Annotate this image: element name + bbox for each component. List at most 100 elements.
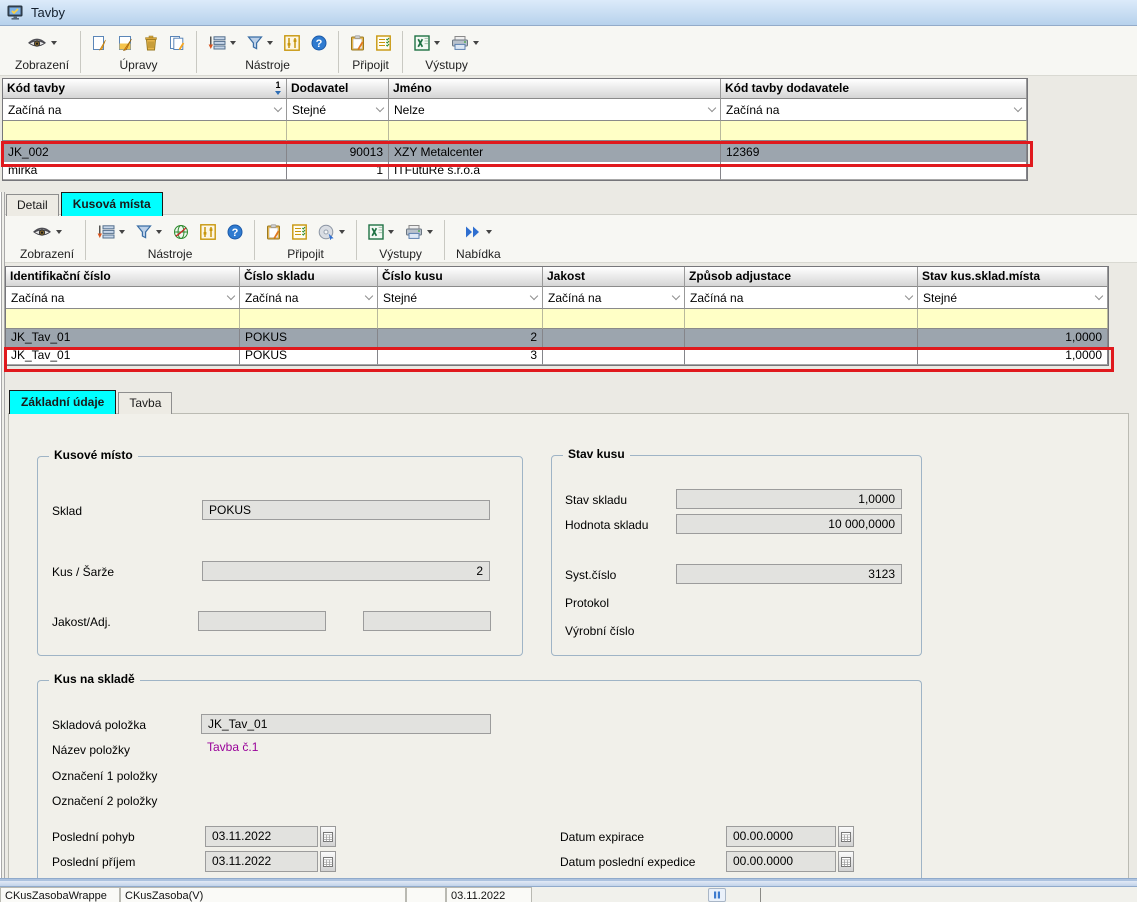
column-header-cislo-skladu[interactable]: Číslo skladu [240,267,378,287]
filter-value-input[interactable] [685,309,918,329]
toolbar-group-label: Připojit [352,55,389,72]
menu-button[interactable] [464,225,492,239]
chevron-down-icon [376,104,384,112]
filter-value-input[interactable] [3,121,287,141]
chevron-down-icon [1095,292,1103,300]
field-label: Kus / Šarže [52,565,114,579]
print-button[interactable] [405,224,433,240]
new-record-button[interactable] [92,35,107,51]
excel-export-button[interactable] [368,224,394,240]
status-cell: CKusZasobaWrappe [0,887,120,902]
attach-note-button[interactable] [266,224,281,240]
horizontal-splitter[interactable] [0,878,1137,887]
filter-operator-dropdown[interactable]: Začíná na [3,99,287,121]
column-header-zpusob-adjustace[interactable]: Způsob adjustace [685,267,918,287]
print-button[interactable] [451,35,479,51]
tab-detail[interactable]: Detail [6,194,59,216]
delete-record-button[interactable] [144,35,158,51]
table-row[interactable]: mirka 1 ITFutuRe s.r.o.a [3,162,1027,180]
filter-operator-dropdown[interactable]: Začíná na [721,99,1027,121]
column-header-kod-tavby-dodavatele[interactable]: Kód tavby dodavatele [721,79,1027,99]
calendar-icon [841,857,851,867]
calendar-button[interactable] [838,851,854,872]
filter-operator-dropdown[interactable]: Začíná na [6,287,240,309]
filter-value-input[interactable] [721,121,1027,141]
toolbar-separator [196,31,197,73]
printer-icon [451,35,469,51]
clipboard-pencil-icon [350,35,365,51]
arrange-columns-button[interactable] [97,224,125,240]
toolbar-separator [80,31,81,73]
copy-record-button[interactable] [169,35,185,51]
arrange-columns-button[interactable] [208,35,236,51]
copy-record-icon [169,35,185,51]
filter-value-input[interactable] [287,121,389,141]
column-header-dodavatel[interactable]: Dodavatel [287,79,389,99]
filter-operator-dropdown[interactable]: Začíná na [240,287,378,309]
trash-icon [144,35,158,51]
view-menu-button[interactable] [27,36,57,50]
columns-icon [97,224,115,240]
calendar-button[interactable] [320,851,336,872]
view-menu-button[interactable] [32,225,62,239]
column-header-cislo-kusu[interactable]: Číslo kusu [378,267,543,287]
help-button[interactable]: ? [311,35,327,51]
filter-operator-dropdown[interactable]: Začíná na [685,287,918,309]
column-header-identifikacni-cislo[interactable]: Identifikační číslo [6,267,240,287]
sort-indicator[interactable]: 1 [275,81,281,95]
table-row[interactable]: JK_Tav_01 POKUS 2 1,0000 [6,329,1108,347]
calendar-button[interactable] [320,826,336,847]
tab-zakladni-udaje[interactable]: Základní údaje [9,390,116,414]
tab-tavba[interactable]: Tavba [118,392,172,414]
filter-button[interactable] [136,224,162,239]
filter-value-input[interactable] [378,309,543,329]
application-window: Tavby Zobrazení [0,0,1137,902]
dropdown-arrow-icon [230,41,236,45]
field-label: Sklad [52,504,82,518]
help-icon: ? [227,224,243,240]
column-header-jmeno[interactable]: Jméno [389,79,721,99]
status-button[interactable] [708,888,726,902]
attach-note-button[interactable] [350,35,365,51]
window-title: Tavby [31,5,65,20]
nazev-polozky-link[interactable]: Tavba č.1 [207,740,258,754]
filter-value-input[interactable] [6,309,240,329]
status-separator [760,888,761,902]
column-header-stav-kus-sklad-mista[interactable]: Stav kus.sklad.místa [918,267,1108,287]
toolbar-separator [356,220,357,260]
filter-operator-dropdown[interactable]: Stejné [378,287,543,309]
filter-value-input[interactable] [240,309,378,329]
group-kusove-misto: Kusové místo Sklad POKUS Kus / Šarže 2 J… [37,456,523,656]
column-header-kod-tavby[interactable]: Kód tavby 1 [3,79,287,99]
table-row[interactable]: JK_002 90013 XZY Metalcenter 12369 [3,144,1027,162]
filter-button[interactable] [247,35,273,50]
filter-value-input[interactable] [918,309,1108,329]
form-tabs: Základní údaje Tavba [9,390,174,414]
status-cell: 03.11.2022 [446,887,532,902]
filter-value-input[interactable] [389,121,721,141]
calendar-button[interactable] [838,826,854,847]
filter-operator-dropdown[interactable]: Stejné [287,99,389,121]
filter-value-input[interactable] [543,309,685,329]
filter-operator-dropdown[interactable]: Začíná na [543,287,685,309]
attach-tasks-button[interactable] [376,35,391,51]
field-label: Označení 2 položky [52,794,157,808]
web-button[interactable] [173,224,189,240]
media-button[interactable] [318,224,345,240]
edit-record-button[interactable] [118,35,133,51]
column-header-jakost[interactable]: Jakost [543,267,685,287]
skladova-polozka-field: JK_Tav_01 [201,714,491,734]
toolbar-separator [338,31,339,73]
filter-operator-dropdown[interactable]: Stejné [918,287,1108,309]
eye-icon [27,36,47,50]
attach-tasks-button[interactable] [292,224,307,240]
filter-operator-dropdown[interactable]: Nelze [389,99,721,121]
parameters-button[interactable] [200,224,216,240]
chevron-down-icon [274,104,282,112]
tab-kusova-mista[interactable]: Kusová místa [61,192,163,216]
excel-export-button[interactable] [414,35,440,51]
parameters-button[interactable] [284,35,300,51]
toolbar-separator [444,220,445,260]
help-button[interactable]: ? [227,224,243,240]
table-row[interactable]: JK_Tav_01 POKUS 3 1,0000 [6,347,1108,365]
